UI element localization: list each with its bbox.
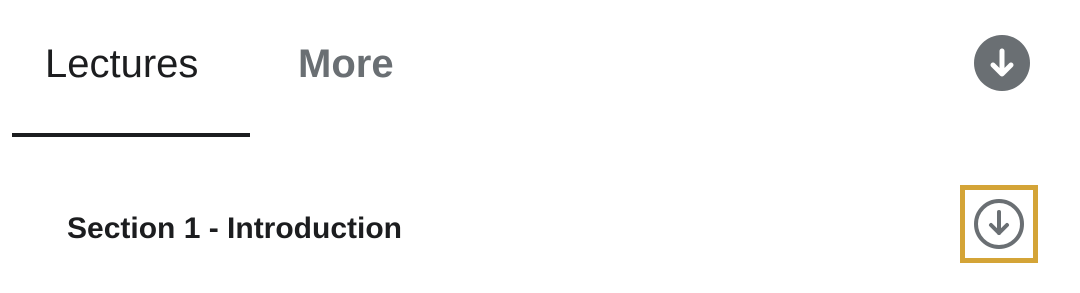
tab-more[interactable]: More xyxy=(298,38,394,98)
section-row[interactable]: Section 1 - Introduction xyxy=(0,175,1080,285)
download-all-button[interactable] xyxy=(974,35,1030,91)
section-download-button[interactable] xyxy=(960,185,1038,263)
download-circle-outline-icon xyxy=(974,199,1024,249)
tab-lectures[interactable]: Lectures xyxy=(45,38,198,98)
section-title: Section 1 - Introduction xyxy=(67,212,402,245)
download-icon xyxy=(990,48,1014,77)
tab-bar: Lectures More xyxy=(0,0,1080,140)
active-tab-indicator xyxy=(12,133,250,137)
